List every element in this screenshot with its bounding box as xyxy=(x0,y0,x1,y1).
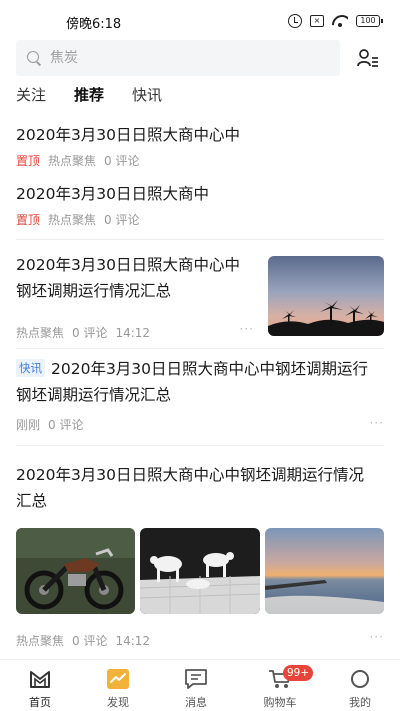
wifi-icon xyxy=(332,15,348,27)
notification-box-icon: × xyxy=(310,15,324,27)
article-source: 热点聚焦 xyxy=(48,213,97,227)
feed-tabs: 关注 推荐 快讯 xyxy=(16,84,162,110)
pinned-tag: 置顶 xyxy=(16,154,41,168)
home-m-icon xyxy=(30,671,50,688)
nav-label: 我的 xyxy=(349,696,371,709)
article-source: 热点聚焦 xyxy=(48,154,97,168)
divider xyxy=(16,445,384,446)
article-title-line-2: 钢坯调期运行情况汇总 xyxy=(16,386,172,404)
article-time: 刚刚 xyxy=(16,418,41,432)
article-time: 14:12 xyxy=(115,325,151,340)
motorcycle-photo xyxy=(16,528,135,614)
search-icon xyxy=(26,50,42,66)
tab-follow[interactable]: 关注 xyxy=(16,84,46,110)
alarm-icon xyxy=(288,14,302,28)
divider xyxy=(16,348,384,349)
article-title-line-1: 2020年3月30日日照大商中心中 xyxy=(16,256,241,274)
bottom-navigation: 首页 发现 消息 购物车 我的 xyxy=(0,659,400,711)
nav-discover[interactable]: 发现 xyxy=(78,660,158,711)
tab-flash[interactable]: 快讯 xyxy=(132,84,162,110)
divider xyxy=(16,239,384,240)
comment-count: 0 评论 xyxy=(72,634,108,648)
article-time: 14:12 xyxy=(115,633,151,648)
article-source: 热点聚焦 xyxy=(16,634,65,648)
article-title: 2020年3月30日日照大商中 xyxy=(16,185,210,203)
more-options-icon[interactable]: ··· xyxy=(370,416,384,430)
nav-home[interactable]: 首页 xyxy=(0,660,80,711)
profile-icon xyxy=(351,670,369,688)
nav-profile[interactable]: 我的 xyxy=(320,660,400,711)
list-item[interactable]: 2020年3月30日日照大商中心中 置顶 热点聚焦 0 评论 xyxy=(16,122,384,169)
comment-count: 0 评论 xyxy=(48,418,84,432)
status-bar: 傍晚6:18 × 100 xyxy=(0,0,400,40)
article-title-line-1: 快讯 2020年3月30日日照大商中心中钢坯调期运行 xyxy=(16,356,384,382)
pinned-tag: 置顶 xyxy=(16,213,41,227)
comment-count: 0 评论 xyxy=(104,154,140,168)
user-list-icon[interactable] xyxy=(357,48,379,68)
search-bar[interactable] xyxy=(16,40,340,76)
list-item[interactable]: 快讯 2020年3月30日日照大商中心中钢坯调期运行 钢坯调期运行情况汇总 刚刚 … xyxy=(16,356,384,436)
message-icon xyxy=(185,669,207,689)
tab-recommend[interactable]: 推荐 xyxy=(74,84,104,110)
flash-news-badge: 快讯 xyxy=(16,359,45,377)
comment-count: 0 评论 xyxy=(104,213,140,227)
search-input[interactable] xyxy=(50,50,310,66)
status-icons: × 100 xyxy=(288,13,383,29)
seaside-sunset-photo xyxy=(265,528,384,614)
article-title: 2020年3月30日日照大商中心中 xyxy=(16,126,241,144)
battery-icon: 100 xyxy=(356,15,383,27)
nav-label: 发现 xyxy=(107,696,129,709)
comment-count: 0 评论 xyxy=(72,326,108,340)
cart-count-badge: 99+ xyxy=(283,665,314,681)
nav-messages[interactable]: 消息 xyxy=(156,660,236,711)
article-source: 热点聚焦 xyxy=(16,326,65,340)
list-item[interactable]: 2020年3月30日日照大商中心中 钢坯调期运行情况汇总 热点聚焦 0 评论 1… xyxy=(16,252,384,340)
sunset-palms-photo xyxy=(268,256,384,336)
nav-label: 消息 xyxy=(185,696,207,709)
discover-icon xyxy=(107,669,129,689)
article-title-line-1: 2020年3月30日日照大商中心中钢坯调期运行情况 xyxy=(16,466,365,484)
article-title-line-2: 钢坯调期运行情况汇总 xyxy=(16,282,172,300)
list-item[interactable]: 2020年3月30日日照大商中 置顶 热点聚焦 0 评论 xyxy=(16,181,384,228)
nav-label: 首页 xyxy=(29,696,51,709)
more-options-icon[interactable]: ··· xyxy=(370,630,384,644)
more-options-icon[interactable]: ··· xyxy=(240,322,254,336)
status-time: 傍晚6:18 xyxy=(66,17,122,32)
article-title-line-2: 汇总 xyxy=(16,492,48,510)
cow-figurines-photo xyxy=(140,528,260,614)
list-item[interactable]: 2020年3月30日日照大商中心中钢坯调期运行情况 汇总 热点聚焦 0 评论 1… xyxy=(16,462,384,648)
article-title-text: 2020年3月30日日照大商中心中钢坯调期运行 xyxy=(51,360,369,378)
nav-label: 购物车 xyxy=(263,696,297,709)
